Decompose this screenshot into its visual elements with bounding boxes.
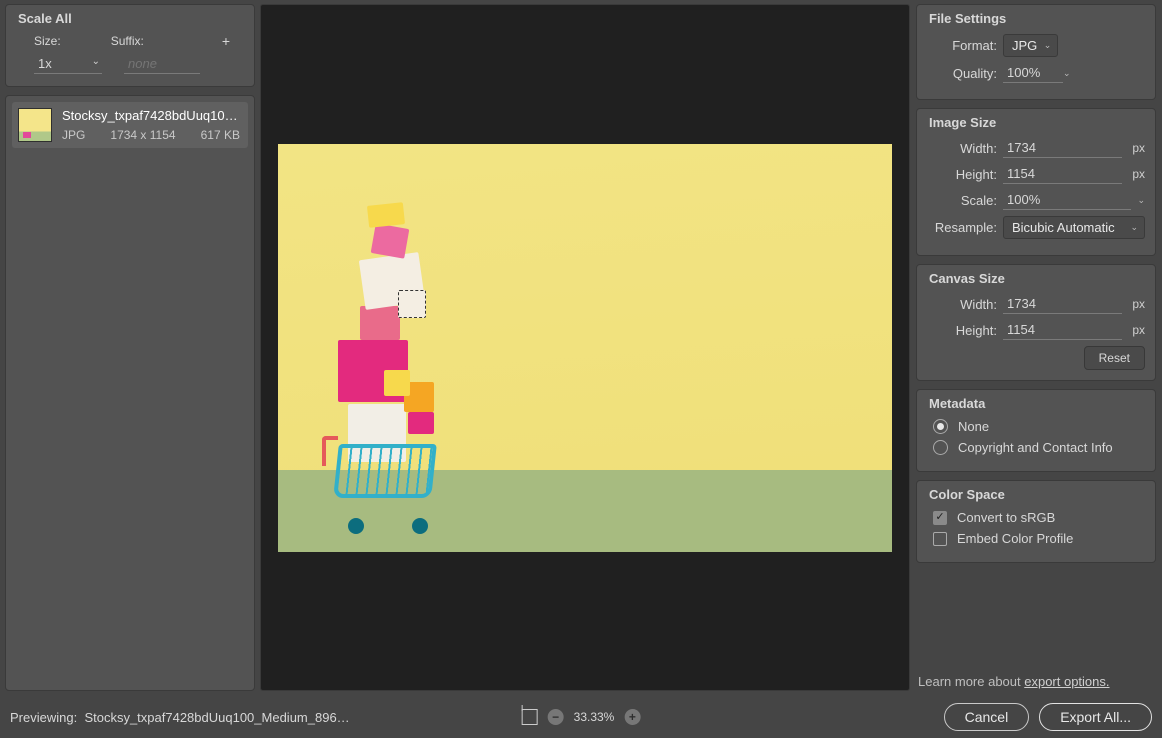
learn-more-text: Learn more about export options. (916, 670, 1156, 691)
crop-icon[interactable] (522, 709, 538, 725)
image-size-panel: Image Size Width: px Height: px Scale: ⌄… (916, 108, 1156, 256)
file-settings-title: File Settings (927, 11, 1145, 26)
height-label: Height: (927, 167, 997, 182)
asset-thumbnail (18, 108, 52, 142)
metadata-title: Metadata (927, 396, 1145, 411)
previewing-label: Previewing: (10, 710, 77, 725)
image-scale-input[interactable] (1003, 190, 1131, 210)
unit-px: px (1132, 323, 1145, 337)
chevron-down-icon[interactable]: ⌄ (1137, 195, 1145, 206)
cancel-button[interactable]: Cancel (944, 703, 1030, 731)
radio-icon (933, 440, 948, 455)
file-settings-panel: File Settings Format: JPG ⌄ Quality: ⌄ (916, 4, 1156, 100)
quality-label: Quality: (927, 66, 997, 81)
canvas-height-input[interactable] (1003, 320, 1122, 340)
zoom-out-button[interactable]: − (548, 709, 564, 725)
previewing-filename: Stocksy_txpaf7428bdUuq100_Medium_896… (84, 710, 349, 725)
chevron-down-icon[interactable]: ⌄ (1063, 68, 1071, 79)
unit-px: px (1132, 141, 1145, 155)
scale-all-panel: Scale All Size: Suffix: + ⌄ (5, 4, 255, 87)
scale-label: Scale: (927, 193, 997, 208)
bottom-bar: Previewing: Stocksy_txpaf7428bdUuq100_Me… (0, 696, 1162, 738)
resample-label: Resample: (927, 220, 997, 235)
chevron-down-icon: ⌄ (1044, 40, 1052, 51)
embed-profile-checkbox[interactable]: Embed Color Profile (933, 531, 1145, 546)
image-width-input[interactable] (1003, 138, 1122, 158)
size-select[interactable] (34, 54, 102, 74)
asset-format: JPG (62, 128, 85, 143)
suffix-label: Suffix: (111, 34, 144, 48)
resample-select[interactable]: Bicubic Automatic ⌄ (1003, 216, 1145, 239)
preview-canvas[interactable] (260, 4, 910, 691)
color-space-title: Color Space (927, 487, 1145, 502)
width-label: Width: (927, 141, 997, 156)
size-label: Size: (34, 34, 61, 48)
checkbox-icon (933, 511, 947, 525)
quality-input[interactable] (1003, 63, 1063, 83)
image-size-title: Image Size (927, 115, 1145, 130)
asset-dimensions: 1734 x 1154 (110, 128, 175, 143)
suffix-input[interactable] (124, 54, 200, 74)
convert-srgb-checkbox[interactable]: Convert to sRGB (933, 510, 1145, 525)
color-space-panel: Color Space Convert to sRGB Embed Color … (916, 480, 1156, 563)
export-all-button[interactable]: Export All... (1039, 703, 1152, 731)
image-height-input[interactable] (1003, 164, 1122, 184)
export-options-link[interactable]: export options. (1024, 674, 1109, 689)
scale-all-title: Scale All (16, 11, 244, 26)
zoom-percent: 33.33% (574, 710, 615, 724)
metadata-panel: Metadata None Copyright and Contact Info (916, 389, 1156, 472)
preview-image (278, 144, 892, 552)
canvas-height-label: Height: (927, 323, 997, 338)
canvas-width-label: Width: (927, 297, 997, 312)
format-select[interactable]: JPG ⌄ (1003, 34, 1058, 57)
unit-px: px (1132, 167, 1145, 181)
metadata-none-radio[interactable]: None (933, 419, 1145, 434)
radio-icon (933, 419, 948, 434)
canvas-size-title: Canvas Size (927, 271, 1145, 286)
zoom-in-button[interactable]: + (624, 709, 640, 725)
asset-item[interactable]: Stocksy_txpaf7428bdUuq100_… JPG 1734 x 1… (12, 102, 248, 148)
chevron-down-icon: ⌄ (1130, 222, 1138, 233)
asset-filesize: 617 KB (201, 128, 240, 143)
canvas-width-input[interactable] (1003, 294, 1122, 314)
canvas-size-panel: Canvas Size Width: px Height: px Reset (916, 264, 1156, 381)
checkbox-icon (933, 532, 947, 546)
reset-button[interactable]: Reset (1084, 346, 1145, 370)
metadata-copyright-radio[interactable]: Copyright and Contact Info (933, 440, 1145, 455)
asset-name: Stocksy_txpaf7428bdUuq100_… (62, 108, 240, 124)
format-label: Format: (927, 38, 997, 53)
asset-list: Stocksy_txpaf7428bdUuq100_… JPG 1734 x 1… (5, 95, 255, 691)
add-scale-icon[interactable]: + (222, 33, 230, 49)
unit-px: px (1132, 297, 1145, 311)
